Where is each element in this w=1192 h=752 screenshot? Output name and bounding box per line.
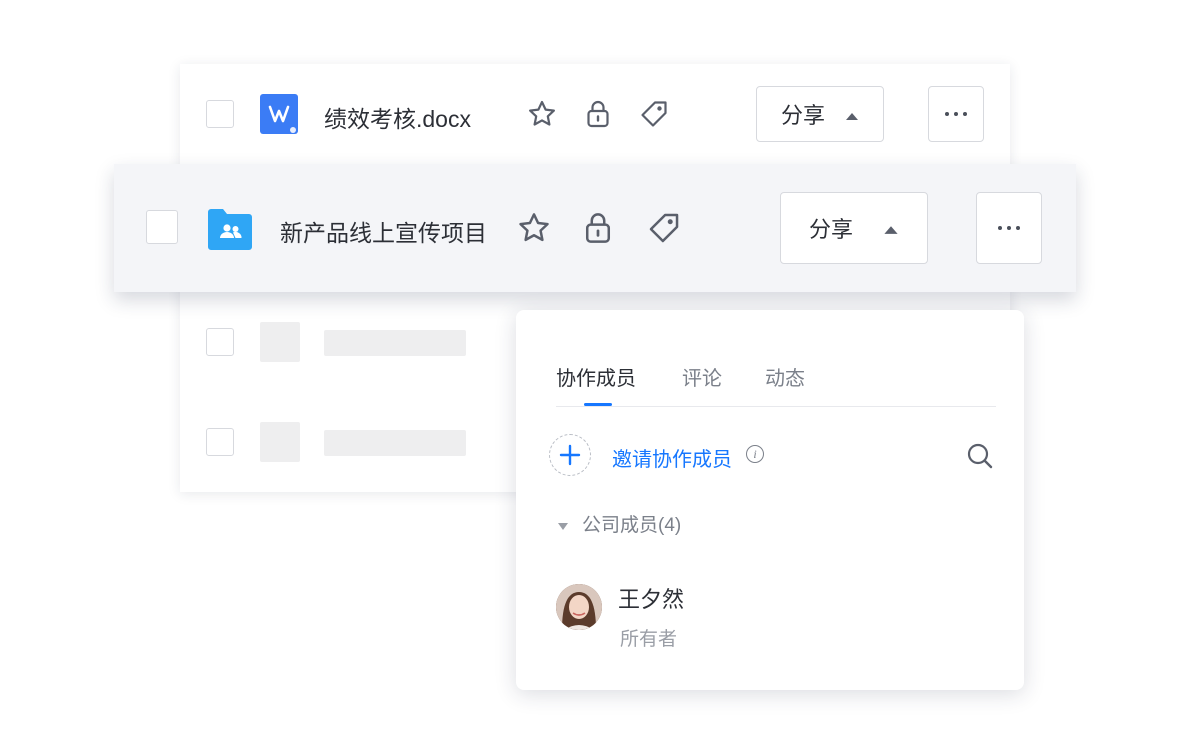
search-icon[interactable]: [966, 442, 994, 470]
file-name[interactable]: 绩效考核.docx: [324, 100, 471, 134]
more-dot: [1016, 226, 1020, 230]
lock-icon[interactable]: [580, 210, 616, 246]
more-button[interactable]: [976, 192, 1042, 264]
tag-icon[interactable]: [638, 98, 670, 130]
word-doc-icon: [260, 94, 298, 134]
file-row-highlighted[interactable]: 新产品线上宣传项目 分享: [114, 164, 1076, 292]
row-checkbox[interactable]: [206, 428, 234, 456]
group-label[interactable]: 公司成员(4): [582, 510, 681, 537]
plus-icon: [559, 444, 581, 466]
tab-activity[interactable]: 动态: [765, 362, 805, 391]
more-dot: [963, 112, 967, 116]
share-button[interactable]: 分享: [780, 192, 928, 264]
tag-icon[interactable]: [646, 210, 682, 246]
invite-collaborators-link[interactable]: 邀请协作成员: [612, 443, 732, 472]
share-button[interactable]: 分享: [756, 86, 884, 142]
skeleton-text: [324, 330, 466, 356]
caret-up-icon: [845, 101, 859, 127]
lock-icon[interactable]: [582, 98, 614, 130]
invite-button[interactable]: [549, 434, 591, 476]
skeleton-row: [180, 304, 510, 380]
skeleton-row: [180, 404, 510, 480]
row-checkbox[interactable]: [146, 210, 178, 244]
caret-down-icon[interactable]: [557, 518, 569, 530]
tab-collaborators[interactable]: 协作成员: [556, 362, 636, 391]
skeleton-text: [324, 430, 466, 456]
more-dot: [998, 226, 1002, 230]
tab-divider: [556, 406, 996, 407]
more-button[interactable]: [928, 86, 984, 142]
caret-up-icon: [883, 215, 899, 241]
skeleton-icon: [260, 322, 300, 362]
row-checkbox[interactable]: [206, 100, 234, 128]
share-label: 分享: [781, 103, 826, 128]
more-dot: [954, 112, 958, 116]
avatar: [556, 584, 602, 630]
more-dot: [1007, 226, 1011, 230]
shared-folder-icon: [206, 204, 254, 252]
share-label: 分享: [809, 217, 854, 242]
share-popover: 协作成员 评论 动态 邀请协作成员 i 公司成员(4) 王夕然 所有者: [516, 310, 1024, 690]
member-role: 所有者: [620, 629, 678, 650]
skeleton-icon: [260, 422, 300, 462]
more-dot: [945, 112, 949, 116]
star-icon[interactable]: [516, 210, 552, 246]
row-checkbox[interactable]: [206, 328, 234, 356]
star-icon[interactable]: [526, 98, 558, 130]
file-name[interactable]: 新产品线上宣传项目: [280, 214, 487, 248]
info-icon[interactable]: i: [746, 445, 764, 463]
file-row[interactable]: 绩效考核.docx 分享: [180, 64, 1010, 164]
member-name: 王夕然: [618, 587, 685, 612]
tab-comments[interactable]: 评论: [682, 362, 722, 391]
